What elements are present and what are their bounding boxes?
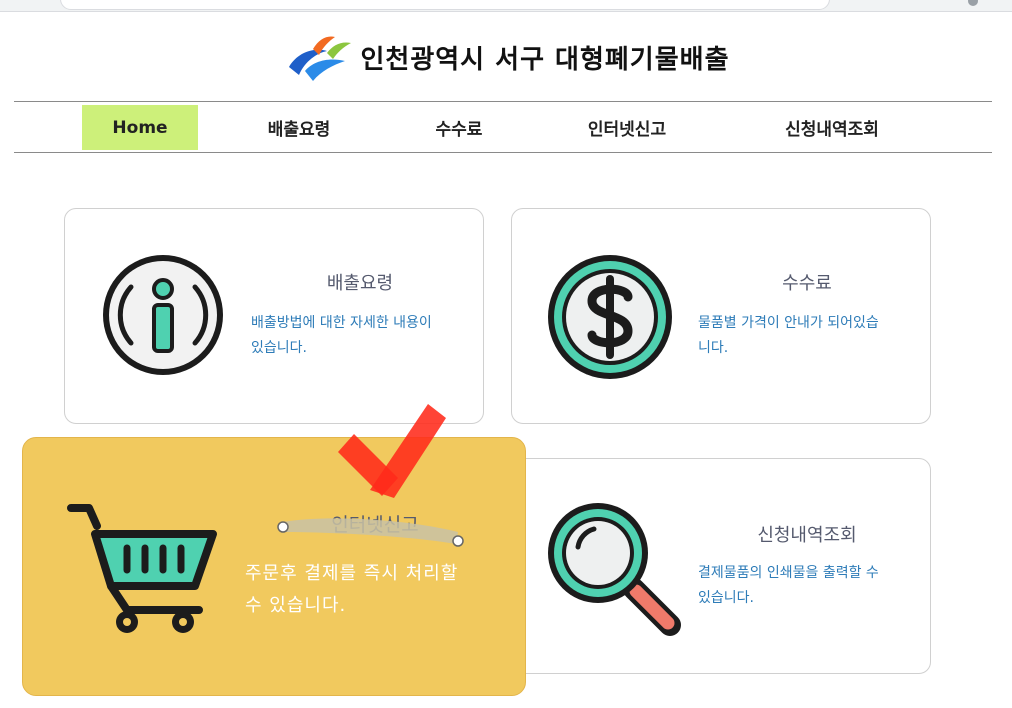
address-bar[interactable] <box>60 0 830 10</box>
site-title: 인천광역시 서구 대형폐기물배출 <box>360 44 730 75</box>
card-description: 주문후 결제를 즉시 처리할 수 있습니다. <box>245 563 459 616</box>
site-header: 인천광역시 서구 대형폐기물배출 <box>0 30 1012 84</box>
card-title: 신청내역조회 <box>757 525 857 546</box>
card-description: 물품별 가격이 안내가 되어있습 니다. <box>698 315 879 356</box>
card-title: 배출요령 <box>326 273 394 294</box>
card-title: 수수료 <box>782 273 832 294</box>
card-description: 배출방법에 대한 자세한 내용이 있습니다. <box>251 315 432 356</box>
seo-gu-logo[interactable] <box>283 31 355 83</box>
card-fees[interactable]: 수수료 물품별 가격이 안내가 되어있습 니다. <box>511 208 931 424</box>
profile-icon[interactable] <box>968 0 978 6</box>
nav-application-history[interactable]: 신청내역조회 <box>752 105 912 150</box>
card-application-history[interactable]: 신청내역조회 결제물품의 인쇄물을 출력할 수 있습니다. <box>511 458 931 674</box>
card-disposal-guide[interactable]: 배출요령 배출방법에 대한 자세한 내용이 있습니다. <box>64 208 484 424</box>
shopping-cart-icon <box>67 504 217 633</box>
card-title: 인터넷신고 <box>331 514 419 536</box>
nav-fees[interactable]: 수수료 <box>404 105 514 150</box>
magnifier-icon <box>548 503 681 636</box>
nav-disposal-guide[interactable]: 배출요령 <box>236 105 362 150</box>
card-online-report[interactable]: 인터넷신고 주문후 결제를 즉시 처리할 수 있습니다. <box>22 437 526 696</box>
dollar-icon <box>548 255 672 379</box>
info-icon <box>103 255 223 375</box>
main-nav: Home 배출요령 수수료 인터넷신고 신청내역조회 <box>14 101 992 153</box>
card-description: 결제물품의 인쇄물을 출력할 수 있습니다. <box>698 565 879 606</box>
nav-online-report[interactable]: 인터넷신고 <box>562 105 692 150</box>
nav-home[interactable]: Home <box>82 105 198 150</box>
browser-toolbar <box>0 0 1012 12</box>
